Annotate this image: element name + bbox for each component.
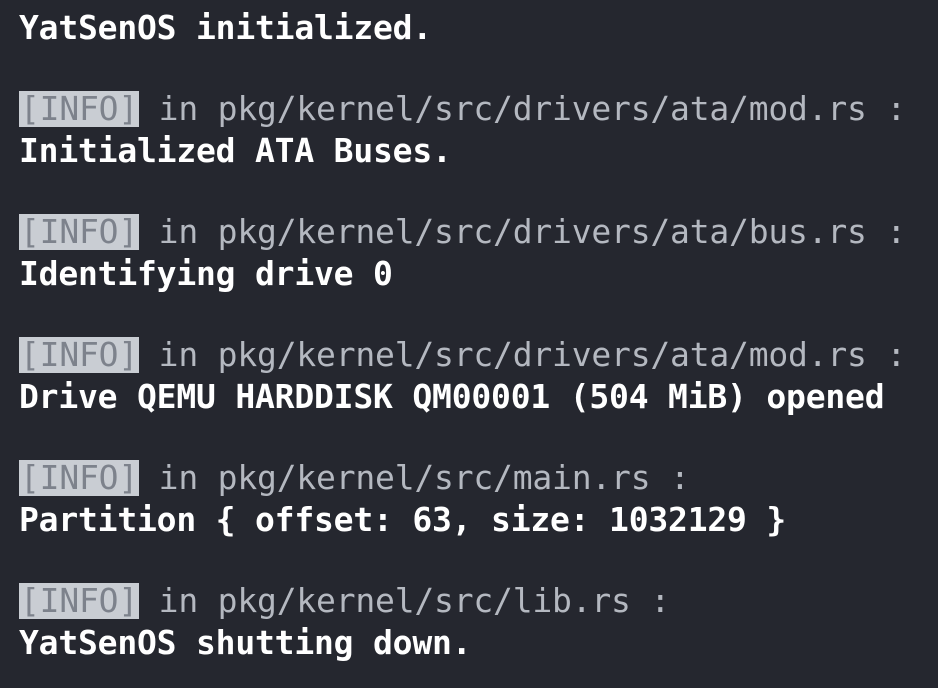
log-location: in pkg/kernel/src/main.rs :: [139, 458, 690, 497]
info-tag: [INFO]: [19, 581, 140, 620]
info-tag: [INFO]: [19, 458, 140, 497]
log-message: Drive QEMU HARDDISK QM00001 (504 MiB) op…: [19, 377, 885, 416]
log-message: Identifying drive 0: [19, 254, 393, 293]
log-message: YatSenOS shutting down.: [19, 623, 472, 662]
info-tag: [INFO]: [19, 89, 140, 128]
log-location: in pkg/kernel/src/lib.rs :: [139, 581, 671, 620]
log-entry-header: [INFO] in pkg/kernel/src/lib.rs :: [19, 581, 670, 621]
log-message: Partition { offset: 63, size: 1032129 }: [19, 500, 787, 539]
info-tag: [INFO]: [19, 335, 140, 374]
terminal-output: YatSenOS initialized. [INFO] in pkg/kern…: [19, 0, 929, 688]
log-entry-header: [INFO] in pkg/kernel/src/drivers/ata/mod…: [19, 89, 906, 129]
log-location: in pkg/kernel/src/drivers/ata/mod.rs :: [139, 335, 907, 374]
log-entry-header: [INFO] in pkg/kernel/src/drivers/ata/bus…: [19, 212, 906, 252]
log-entry-header: [INFO] in pkg/kernel/src/main.rs :: [19, 458, 690, 498]
boot-message: YatSenOS initialized.: [19, 8, 433, 47]
log-location: in pkg/kernel/src/drivers/ata/mod.rs :: [139, 89, 907, 128]
log-entry-header: [INFO] in pkg/kernel/src/drivers/ata/mod…: [19, 335, 906, 375]
log-location: in pkg/kernel/src/drivers/ata/bus.rs :: [139, 212, 907, 251]
log-message: Initialized ATA Buses.: [19, 131, 452, 170]
info-tag: [INFO]: [19, 212, 140, 251]
